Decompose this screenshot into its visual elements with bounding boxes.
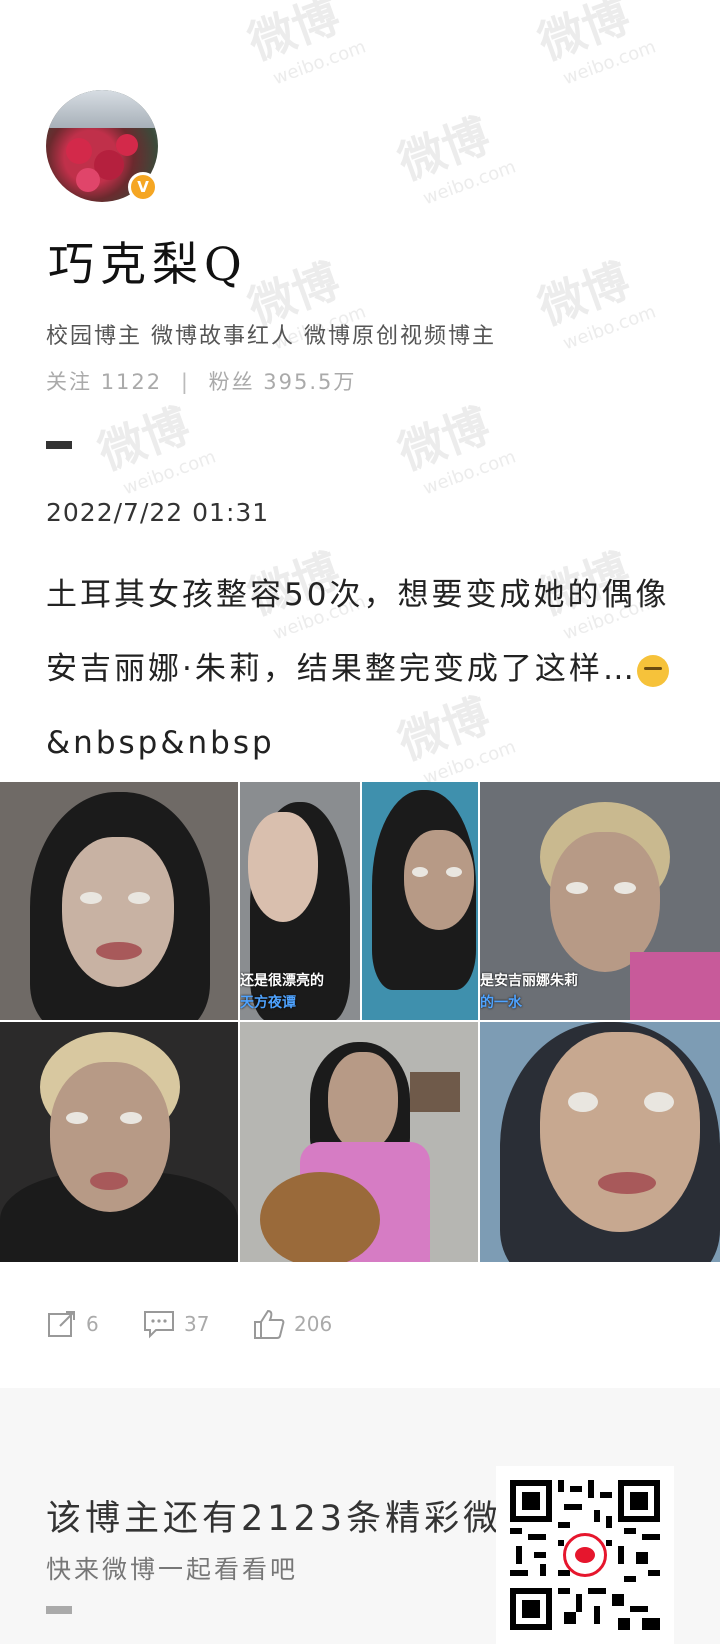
- comment-count: 37: [184, 1312, 210, 1336]
- qr-code[interactable]: [496, 1466, 674, 1644]
- post-image-2[interactable]: 还是很漂亮的 天方夜谭: [240, 782, 360, 1020]
- comment-icon: [144, 1311, 174, 1339]
- weibo-logo-icon: [563, 1533, 607, 1577]
- user-tags: 校园博主 微博故事红人 微博原创视频博主: [46, 324, 496, 349]
- watermark: 微博 weibo.com: [531, 252, 659, 355]
- promo-banner[interactable]: 该博主还有2123条精彩微博 快来微博一起看看吧: [0, 1388, 720, 1644]
- username[interactable]: 巧克梨Q: [48, 228, 248, 294]
- watermark: 微博 weibo.com: [531, 0, 659, 90]
- post-image-7[interactable]: [480, 1022, 720, 1262]
- watermark: 微博 weibo.com: [91, 397, 219, 500]
- post-image-3[interactable]: [362, 782, 478, 1020]
- watermark: 微博 weibo.com: [241, 0, 369, 90]
- post-image-4[interactable]: 是安吉丽娜朱莉 的一水: [480, 782, 720, 1020]
- divider: [46, 441, 72, 449]
- followers-label: 粉丝: [208, 370, 255, 394]
- action-bar: 6 37 206: [0, 1300, 720, 1350]
- following-label: 关注: [46, 370, 92, 394]
- followers-count: 395.5万: [263, 370, 357, 394]
- image-caption: 的一水: [480, 995, 522, 1011]
- promo-subtitle: 快来微博一起看看吧: [46, 1555, 299, 1584]
- watermark: 微博 weibo.com: [391, 397, 519, 500]
- image-grid: 还是很漂亮的 天方夜谭 是安吉丽娜朱莉 的一水: [0, 782, 720, 1262]
- comment-button[interactable]: 37: [142, 1308, 209, 1340]
- image-caption: 天方夜谭: [240, 995, 296, 1011]
- post-image-1[interactable]: [0, 782, 238, 1020]
- image-caption: 还是很漂亮的: [240, 973, 324, 989]
- like-button[interactable]: 206: [252, 1308, 332, 1340]
- post-text-tail: &nbsp&nbsp: [46, 725, 275, 761]
- post-date: 2022/7/22 01:31: [46, 498, 270, 527]
- post-image-6[interactable]: [240, 1022, 478, 1262]
- repost-icon: [48, 1311, 75, 1337]
- promo-title: 该博主还有2123条精彩微博: [46, 1499, 542, 1539]
- thumbs-up-icon: [254, 1309, 285, 1339]
- repost-count: 6: [86, 1312, 99, 1336]
- post-image-5[interactable]: [0, 1022, 238, 1262]
- following-count: 1122: [100, 370, 163, 394]
- repost-button[interactable]: 6: [46, 1308, 99, 1340]
- post-text: 土耳其女孩整容50次，想要变成她的偶像安吉丽娜·朱莉，结果整完变成了这样… &nb…: [46, 558, 686, 780]
- follow-stats: 关注 1122 | 粉丝 395.5万: [46, 370, 357, 394]
- watermark: 微博 weibo.com: [391, 107, 519, 210]
- like-count: 206: [294, 1312, 333, 1336]
- post-text-main: 土耳其女孩整容50次，想要变成她的偶像安吉丽娜·朱莉，结果整完变成了这样…: [46, 577, 670, 687]
- sleepy-emoji-icon: [636, 654, 669, 687]
- divider: [46, 1606, 72, 1614]
- image-caption: 是安吉丽娜朱莉: [480, 973, 578, 989]
- verified-badge-icon: V: [128, 172, 158, 202]
